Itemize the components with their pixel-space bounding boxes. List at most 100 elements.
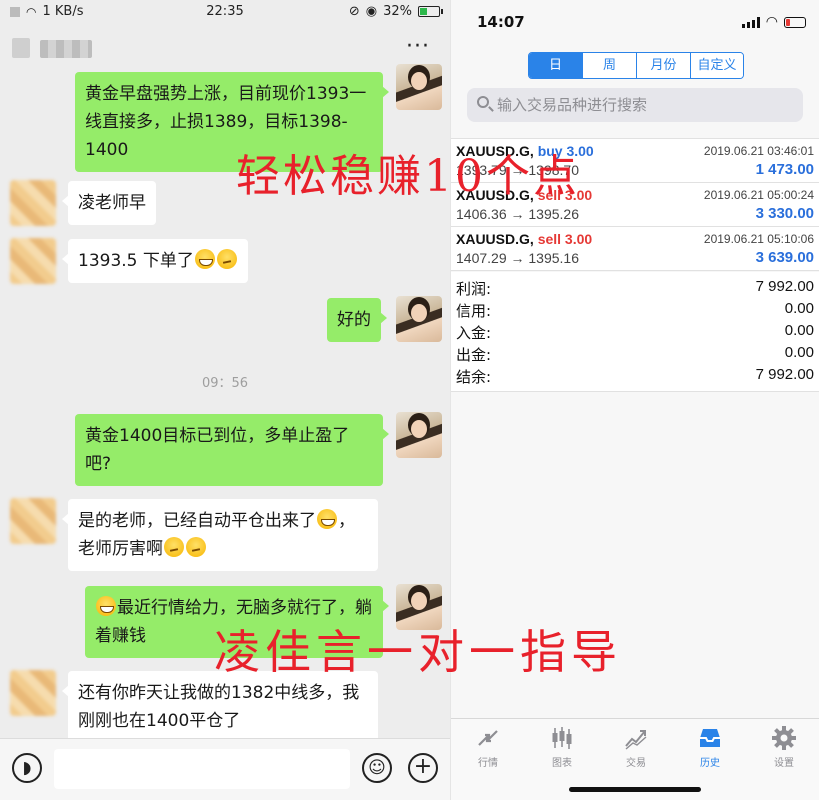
search-input[interactable] [497,88,797,122]
battery-icon [418,6,443,17]
thinking-emoji-icon [186,537,206,557]
chart-icon [552,727,572,749]
tab-quotes[interactable]: 行情 [451,725,525,769]
trade-symbol: XAUUSD.G, [456,143,534,159]
trade-history-screen: 14:07 ◠ 日 周 月份 自定义 XAUUSD.G, buy 3.00 20… [450,0,819,800]
trade-row[interactable]: XAUUSD.G, buy 3.00 2019.06.21 03:46:01 1… [451,139,819,183]
trade-row[interactable]: XAUUSD.G, sell 3.00 2019.06.21 05:00:24 … [451,183,819,227]
trade-symbol: XAUUSD.G, [456,187,534,203]
trade-symbol: XAUUSD.G, [456,231,534,247]
chat-input-bar: ◗ ☺ + [0,738,450,800]
trade-profit: 1 473.00 [755,161,814,178]
thinking-emoji-icon [164,537,184,557]
voice-icon[interactable]: ◗ [12,753,42,783]
trade-icon [625,730,647,750]
teacher-avatar[interactable] [396,64,442,110]
summary-deposit: 入金: 0.00 [456,322,814,342]
message-text: 好的 [337,310,371,330]
student-avatar[interactable] [10,670,56,716]
signal-icon [741,16,760,28]
grin-emoji-icon [96,596,116,616]
student-avatar[interactable] [10,238,56,284]
trade-side: buy 3.00 [537,143,594,159]
tab-label: 设置 [774,758,794,769]
message-bubble[interactable]: 最近行情给力，无脑多就行了，躺着赚钱 [85,586,389,658]
tab-label: 图表 [552,758,572,769]
period-month[interactable]: 月份 [637,53,691,78]
summary-withdrawal: 出金: 0.00 [456,344,814,364]
tab-label: 行情 [478,758,498,769]
thinking-emoji-icon [216,249,237,269]
teacher-avatar[interactable] [396,584,442,630]
period-week[interactable]: 周 [583,53,637,78]
battery-percent: 32% [383,4,412,19]
trade-prices: 1406.36 → 1395.26 [456,206,579,222]
message-text: 黄金1400目标已到位，多单止盈了吧? [85,426,350,474]
home-indicator [569,787,701,792]
message-bubble[interactable]: 黄金1400目标已到位，多单止盈了吧? [75,414,389,486]
history-icon [700,729,720,747]
wifi-icon: ◠ [765,14,778,30]
trade-side: sell 3.00 [537,187,593,203]
symbol-search [467,88,803,122]
grin-emoji-icon [317,509,337,529]
trade-datetime: 2019.06.21 05:10:06 [703,232,814,246]
student-avatar[interactable] [10,180,56,226]
message-text: 老师厉害啊 [78,539,163,559]
message-text: 1393.5 下单了 [78,251,194,271]
message-text: 凌老师早 [78,193,146,213]
message-input[interactable] [54,749,350,789]
trade-profit: 3 330.00 [755,205,814,222]
trade-list: XAUUSD.G, buy 3.00 2019.06.21 03:46:01 1… [451,138,819,271]
more-icon[interactable]: ··· [406,34,430,59]
period-custom[interactable]: 自定义 [691,53,743,78]
message-text: 还有你昨天让我做的1382中线多，我刚刚也在1400平仓了 [78,683,360,731]
battery-icon [784,16,806,28]
trade-datetime: 2019.06.21 03:46:01 [703,144,814,158]
alarm-icon: ⊘ [348,4,360,19]
message-bubble[interactable]: 1393.5 下单了 [62,239,248,283]
teacher-avatar[interactable] [396,412,442,458]
lock-icon: ◉ [365,4,378,19]
trade-prices: 1407.29 → 1395.16 [456,250,579,266]
chat-header: ··· [0,26,450,74]
status-time: 14:07 [477,13,525,31]
quotes-icon [478,730,498,746]
trade-prices: 1393.79 → 1398.70 [456,162,579,178]
chat-screen: ◠ 1 KB/s 22:35 ⊘ ◉ 32% ··· 黄金早盘强势上涨，目前现价… [0,0,450,800]
summary-profit: 利润: 7 992.00 [456,278,814,298]
settings-icon [772,726,796,750]
trade-row[interactable]: XAUUSD.G, sell 3.00 2019.06.21 05:10:06 … [451,227,819,271]
status-bar: 14:07 ◠ [451,0,819,40]
tab-trade[interactable]: 交易 [599,725,673,769]
message-bubble[interactable]: 凌老师早 [62,181,156,225]
status-time: 22:35 [206,4,244,19]
trade-side: sell 3.00 [537,231,593,247]
message-bubble[interactable]: 好的 [327,298,387,342]
message-timestamp: 09：56 [201,376,249,391]
message-bubble[interactable]: 是的老师，已经自动平仓出来了， 老师厉害啊 [62,499,378,571]
period-selector: 日 周 月份 自定义 [528,52,744,79]
message-text: 是的老师，已经自动平仓出来了 [78,511,316,531]
tab-label: 历史 [700,758,720,769]
student-avatar[interactable] [10,498,56,544]
teacher-avatar[interactable] [396,296,442,342]
summary-credit: 信用: 0.00 [456,300,814,320]
tab-history[interactable]: 历史 [673,725,747,769]
tab-label: 交易 [626,758,646,769]
back-icon[interactable] [12,38,30,58]
message-text: 黄金早盘强势上涨，目前现价1393一线直接多，止损1389，目标1398-140… [85,84,367,160]
message-bubble[interactable]: 黄金早盘强势上涨，目前现价1393一线直接多，止损1389，目标1398-140… [75,72,389,172]
tab-settings[interactable]: 设置 [747,725,819,769]
message-bubble[interactable]: 还有你昨天让我做的1382中线多，我刚刚也在1400平仓了 [62,671,378,743]
search-icon [477,96,489,108]
contact-name-blurred [40,40,92,58]
message-text: 最近行情给力，无脑多就行了，躺着赚钱 [95,598,372,646]
bottom-tab-bar: 行情 图表 交易 历史 设置 [451,718,819,800]
plus-icon[interactable]: + [408,753,438,783]
emoji-icon[interactable]: ☺ [362,753,392,783]
summary-balance: 结余: 7 992.00 [456,366,814,386]
tab-chart[interactable]: 图表 [525,725,599,769]
trade-profit: 3 639.00 [755,249,814,266]
period-day[interactable]: 日 [529,53,583,78]
